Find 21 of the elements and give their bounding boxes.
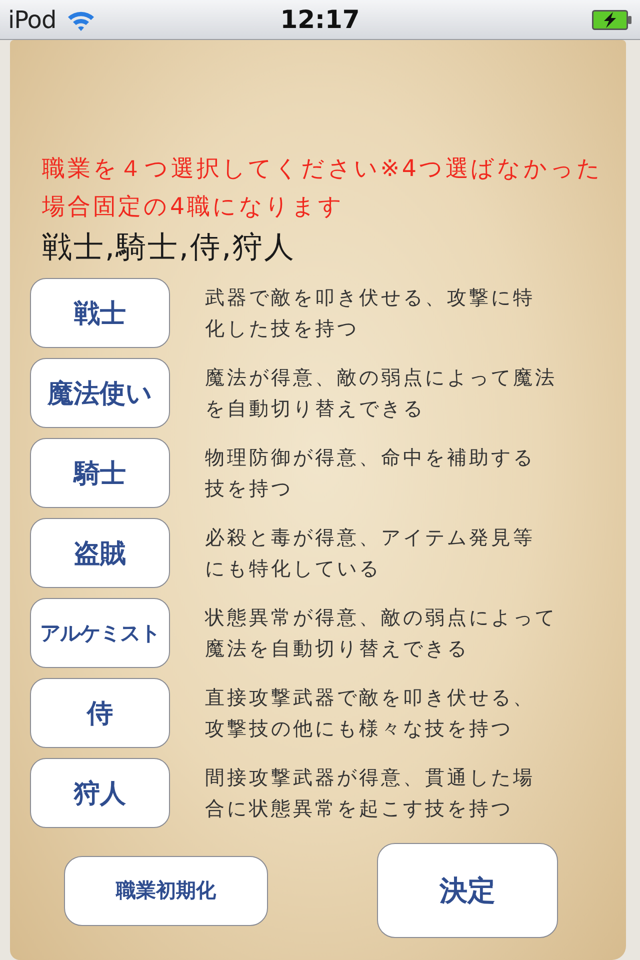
carrier-name: iPod [8, 6, 56, 34]
job-description: 間接攻撃武器が得意、貫通した場合に状態異常を起こす技を持つ [205, 765, 536, 822]
job-button[interactable]: 侍 [30, 678, 170, 748]
status-time: 12:17 [280, 5, 360, 34]
job-description: 武器で敵を叩き伏せる、攻撃に特化した技を持つ [205, 285, 536, 342]
instruction-text: 職業を４つ選択してください※4つ選ばなかった場合固定の4職になります [42, 155, 604, 222]
job-button[interactable]: 騎士 [30, 438, 170, 508]
job-description: 必殺と毒が得意、アイテム発見等にも特化している [205, 525, 536, 582]
job-description: 状態異常が得意、敵の弱点によって魔法を自動切り替えできる [205, 605, 558, 662]
job-description: 物理防御が得意、命中を補助する技を持つ [205, 445, 536, 502]
job-description: 魔法が得意、敵の弱点によって魔法を自動切り替えできる [205, 365, 558, 422]
job-description: 直接攻撃武器で敵を叩き伏せる、攻撃技の他にも様々な技を持つ [205, 685, 536, 742]
job-button[interactable]: 魔法使い [30, 358, 170, 428]
reset-button[interactable]: 職業初期化 [64, 856, 268, 926]
job-button[interactable]: 戦士 [30, 278, 170, 348]
job-button[interactable]: 狩人 [30, 758, 170, 828]
job-button[interactable]: 盗賊 [30, 518, 170, 588]
chosen-jobs-text: 戦士,騎士,侍,狩人 [42, 230, 296, 266]
battery-charging-icon [592, 10, 632, 30]
confirm-button[interactable]: 決定 [377, 843, 558, 938]
job-button[interactable]: アルケミスト [30, 598, 170, 668]
